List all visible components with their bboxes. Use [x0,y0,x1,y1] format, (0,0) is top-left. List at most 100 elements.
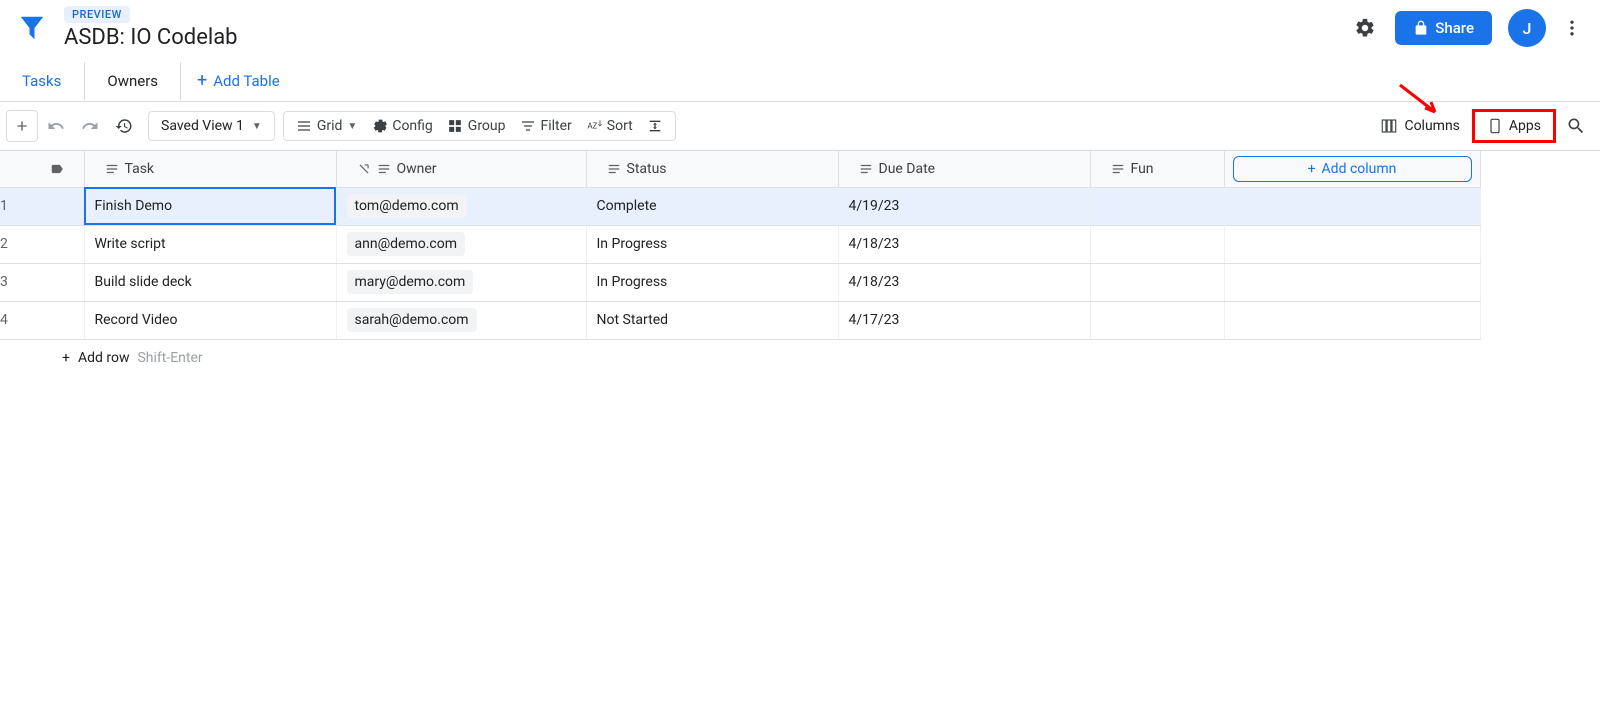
row-height-icon [647,118,663,134]
add-button[interactable] [6,110,38,142]
add-column-button[interactable]: + Add column [1233,156,1472,182]
tab-tasks[interactable]: Tasks [0,62,84,100]
sort-button[interactable]: AZ Sort [586,118,633,134]
app-logo[interactable] [8,4,56,52]
label-icon [50,162,64,176]
row-number[interactable]: 4 [0,301,84,339]
cell-fun[interactable] [1090,187,1224,225]
cell-empty[interactable] [1224,263,1480,301]
cell-due[interactable]: 4/18/23 [838,225,1090,263]
row-number[interactable]: 3 [0,263,84,301]
apps-button[interactable]: Apps [1472,109,1556,143]
lock-icon [1413,20,1429,36]
config-button[interactable]: Config [371,118,432,134]
cell-task[interactable]: Finish Demo [84,187,336,225]
toolbar: Saved View 1 ▼ Grid ▼ Config Group Filte… [0,102,1600,151]
group-button[interactable]: Group [447,118,506,134]
preview-badge: PREVIEW [64,6,130,23]
tabs-row: Tasks Owners + Add Table [0,60,1600,102]
avatar-initial: J [1523,19,1532,38]
chevron-down-icon: ▼ [252,121,262,132]
row-number[interactable]: 1 [0,187,84,225]
cell-status[interactable]: In Progress [586,263,838,301]
row-height-button[interactable] [647,118,663,134]
header-row: Task Owner Status Due Date [0,151,1480,187]
table-row[interactable]: 3 Build slide deck mary@demo.com In Prog… [0,263,1480,301]
add-row-label: Add row [78,350,130,366]
cell-empty[interactable] [1224,187,1480,225]
text-icon [377,162,391,176]
gear-icon [1354,17,1376,39]
column-header-task[interactable]: Task [84,151,336,187]
more-vert-icon [1562,18,1582,38]
cell-task[interactable]: Build slide deck [84,263,336,301]
add-row-button[interactable]: + Add row Shift-Enter [0,340,1600,376]
column-header-status[interactable]: Status [586,151,838,187]
saved-view-select[interactable]: Saved View 1 ▼ [148,111,275,141]
text-icon [1111,162,1125,176]
add-column-header: + Add column [1224,151,1480,187]
plus-icon [14,118,30,134]
search-button[interactable] [1558,108,1594,144]
undo-button[interactable] [40,110,72,142]
title-area: PREVIEW ASDB: IO Codelab [64,6,238,50]
plus-icon: + [1308,161,1316,177]
chevron-down-icon: ▼ [347,121,357,132]
page-title[interactable]: ASDB: IO Codelab [64,25,238,50]
config-icon [371,118,387,134]
cell-owner[interactable]: mary@demo.com [336,263,586,301]
add-row-hint: Shift-Enter [137,350,202,366]
row-number[interactable]: 2 [0,225,84,263]
cell-status[interactable]: In Progress [586,225,838,263]
cell-task[interactable]: Write script [84,225,336,263]
text-icon [607,162,621,176]
data-table: Task Owner Status Due Date [0,151,1481,340]
app-header: PREVIEW ASDB: IO Codelab Share J [0,0,1600,60]
grid-view-button[interactable]: Grid ▼ [296,118,358,134]
cell-owner[interactable]: tom@demo.com [336,187,586,225]
data-table-wrap: Task Owner Status Due Date [0,151,1600,340]
cell-status[interactable]: Not Started [586,301,838,339]
more-menu-button[interactable] [1552,8,1592,48]
history-button[interactable] [108,110,140,142]
cell-owner[interactable]: ann@demo.com [336,225,586,263]
columns-icon [1380,117,1398,135]
user-avatar[interactable]: J [1508,9,1546,47]
table-row[interactable]: 4 Record Video sarah@demo.com Not Starte… [0,301,1480,339]
cell-due[interactable]: 4/19/23 [838,187,1090,225]
table-row[interactable]: 2 Write script ann@demo.com In Progress … [0,225,1480,263]
column-header-owner[interactable]: Owner [336,151,586,187]
cell-empty[interactable] [1224,301,1480,339]
tab-owners[interactable]: Owners [84,62,181,100]
redo-icon [81,117,99,135]
history-icon [115,117,133,135]
columns-button[interactable]: Columns [1370,111,1469,141]
text-icon [105,162,119,176]
cell-due[interactable]: 4/18/23 [838,263,1090,301]
cell-fun[interactable] [1090,263,1224,301]
redo-button[interactable] [74,110,106,142]
table-row[interactable]: 1 Finish Demo tom@demo.com Complete 4/19… [0,187,1480,225]
row-number-header[interactable] [0,151,84,187]
plus-icon: + [197,70,207,91]
cell-due[interactable]: 4/17/23 [838,301,1090,339]
cell-fun[interactable] [1090,225,1224,263]
sort-icon: AZ [586,118,602,134]
add-table-button[interactable]: + Add Table [181,60,296,101]
column-header-due-date[interactable]: Due Date [838,151,1090,187]
tables-logo-icon [17,13,47,43]
cell-fun[interactable] [1090,301,1224,339]
cell-owner[interactable]: sarah@demo.com [336,301,586,339]
settings-button[interactable] [1345,8,1385,48]
text-icon [859,162,873,176]
share-label: Share [1435,19,1474,37]
cell-empty[interactable] [1224,225,1480,263]
svg-text:AZ: AZ [587,122,597,131]
search-icon [1566,116,1586,136]
cell-status[interactable]: Complete [586,187,838,225]
column-header-fun[interactable]: Fun [1090,151,1224,187]
cell-task[interactable]: Record Video [84,301,336,339]
share-button[interactable]: Share [1395,11,1492,45]
filter-button[interactable]: Filter [520,118,572,134]
filter-icon [520,118,536,134]
